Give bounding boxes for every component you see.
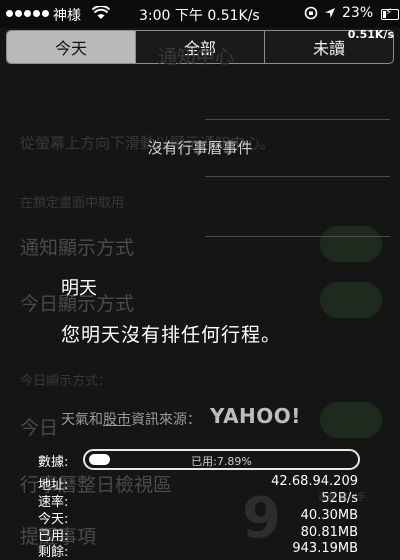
signal-strength-icon: [6, 10, 49, 17]
watermark-mark: 9: [242, 486, 281, 551]
data-label: 數據:: [38, 455, 69, 470]
carrier-name: 神様: [53, 8, 81, 24]
divider: [205, 236, 390, 237]
battery-icon: ⚡: [381, 7, 399, 20]
background-title: 通知中心: [158, 46, 235, 68]
background-today-sub: 今日顯示方式：: [20, 374, 112, 389]
tab-today[interactable]: 今天: [7, 31, 135, 63]
data-usage-bar: 已用:7.89%: [83, 449, 360, 470]
wifi-icon: [91, 5, 111, 24]
yahoo-logo[interactable]: YAHOO!: [210, 404, 301, 428]
background-toggle: [320, 226, 382, 262]
background-today-label: 今日: [20, 417, 59, 439]
source-prefix: 天氣和: [61, 412, 103, 428]
no-calendar-events: 沒有行事曆事件: [147, 139, 253, 157]
divider: [205, 119, 390, 120]
data-usage-text: 已用:7.89%: [191, 455, 252, 468]
source-suffix: 資訊來源：: [131, 412, 201, 428]
network-speed: 0.51K/s: [347, 28, 394, 41]
background-toggle: [320, 402, 382, 438]
battery-percent: 23%: [342, 5, 374, 21]
tomorrow-heading: 明天: [61, 278, 97, 299]
watermark-text: 百度 第一手: [318, 493, 366, 503]
remaining-label: 剩餘:: [38, 545, 69, 560]
watermark: 9 百度 第一手: [238, 476, 398, 558]
location-arrow-icon: [324, 7, 336, 23]
status-time: 3:00 下午 0.51K/s: [139, 8, 260, 24]
status-bar: 神様 3:00 下午 0.51K/s 23% ⚡: [0, 0, 400, 28]
tomorrow-message: 您明天沒有排任何行程。: [61, 324, 282, 346]
background-notification-display: 通知顯示方式: [20, 237, 135, 259]
charging-bolt-icon: ⚡: [385, 7, 393, 18]
background-lock-screen: 在鎖定畫面中取用: [20, 196, 125, 211]
divider: [205, 176, 390, 177]
data-source-text: 天氣和股市資訊來源：: [61, 409, 201, 429]
background-toggle: [320, 282, 382, 318]
stocks-link[interactable]: 股市: [103, 412, 131, 428]
rotation-lock-icon: [304, 6, 318, 24]
